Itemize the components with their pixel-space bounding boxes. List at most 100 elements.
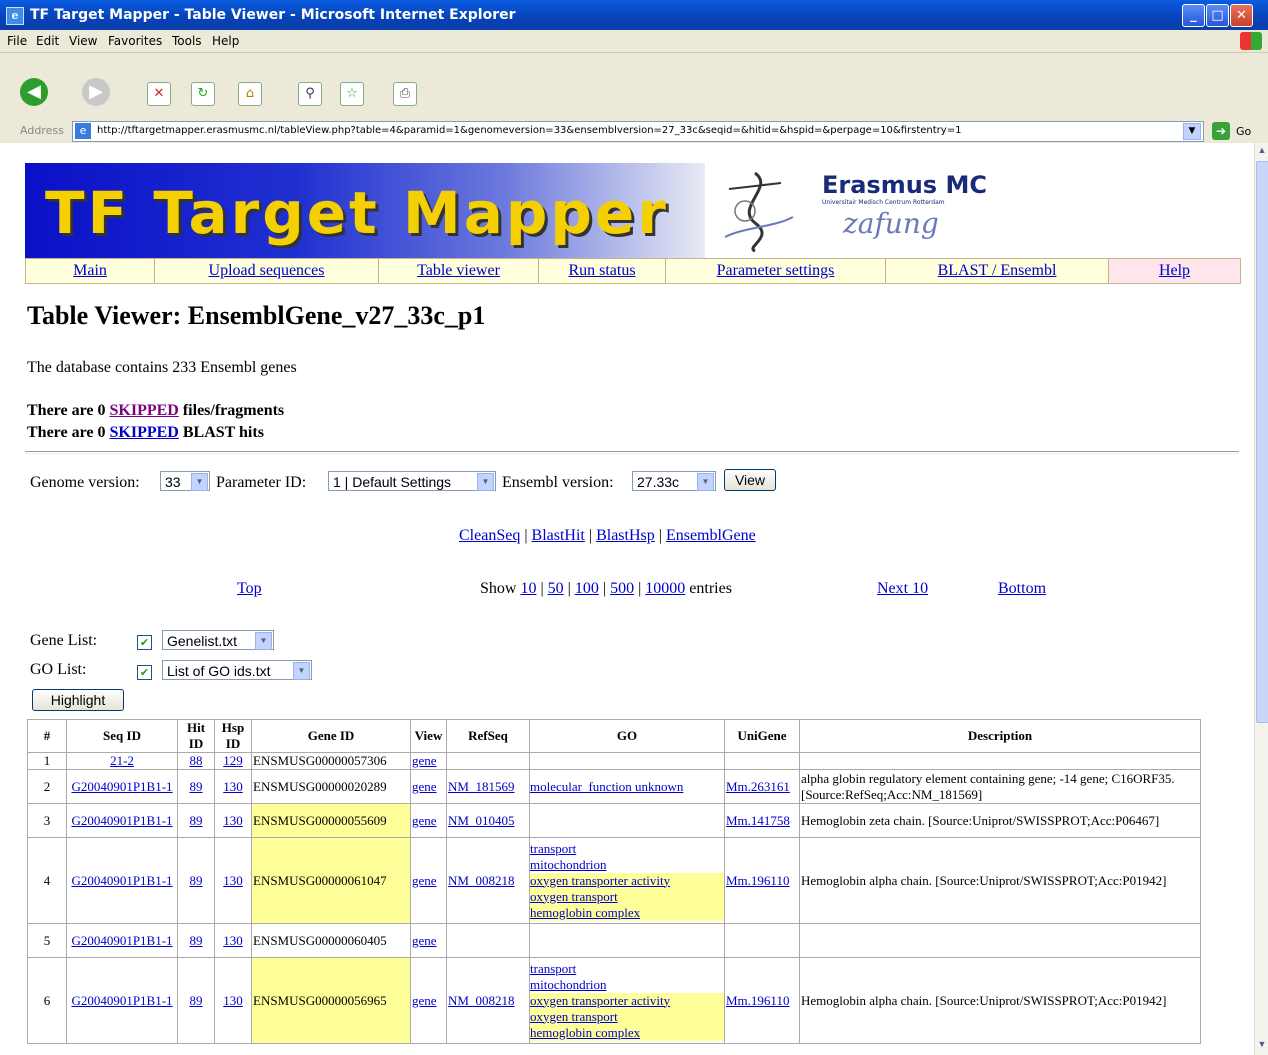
nav-blast[interactable]: BLAST / Ensembl bbox=[886, 259, 1109, 283]
menu-view[interactable]: View bbox=[69, 34, 97, 48]
favorites-icon[interactable]: ☆ bbox=[340, 82, 364, 106]
menu-file[interactable]: File bbox=[7, 34, 27, 48]
maximize-button[interactable]: □ bbox=[1206, 4, 1229, 27]
go-term-link[interactable]: oxygen transporter activity bbox=[530, 992, 724, 1009]
hsp-id-link[interactable]: 130 bbox=[223, 993, 243, 1008]
go-list-select[interactable]: List of GO ids.txt ▼ bbox=[162, 660, 312, 680]
hsp-id-link[interactable]: 129 bbox=[223, 753, 243, 768]
unigene-link[interactable]: Mm.196110 bbox=[726, 993, 789, 1008]
show-50-link[interactable]: 50 bbox=[548, 580, 564, 597]
scroll-thumb[interactable] bbox=[1256, 161, 1268, 723]
scroll-down-icon[interactable]: ▼ bbox=[1256, 1039, 1268, 1053]
go-term-link[interactable]: transport bbox=[530, 961, 724, 977]
skipped-files-link[interactable]: SKIPPED bbox=[110, 402, 179, 419]
link-blasthit[interactable]: BlastHit bbox=[532, 527, 585, 544]
vertical-scrollbar[interactable]: ▲ ▼ bbox=[1254, 143, 1268, 1055]
hit-id-link[interactable]: 89 bbox=[190, 813, 203, 828]
refseq-link[interactable]: NM_010405 bbox=[448, 813, 514, 828]
nav-main[interactable]: Main bbox=[26, 259, 155, 283]
go-term-link[interactable]: mitochondrion bbox=[530, 977, 724, 993]
go-term-link[interactable]: oxygen transport bbox=[530, 888, 724, 905]
nav-parameters[interactable]: Parameter settings bbox=[666, 259, 886, 283]
seq-id-link[interactable]: G20040901P1B1-1 bbox=[71, 813, 172, 828]
seq-id-link[interactable]: G20040901P1B1-1 bbox=[71, 993, 172, 1008]
go-term-link[interactable]: oxygen transport bbox=[530, 1008, 724, 1025]
seq-id-link[interactable]: G20040901P1B1-1 bbox=[71, 933, 172, 948]
unigene-link[interactable]: Mm.141758 bbox=[726, 813, 790, 828]
top-link[interactable]: Top bbox=[237, 580, 262, 597]
link-blasthsp[interactable]: BlastHsp bbox=[596, 527, 655, 544]
nav-table-viewer[interactable]: Table viewer bbox=[379, 259, 539, 283]
hit-id-link[interactable]: 89 bbox=[190, 779, 203, 794]
refseq-link[interactable]: NM_181569 bbox=[448, 779, 514, 794]
go-term-link[interactable]: hemoglobin complex bbox=[530, 904, 724, 921]
menu-tools[interactable]: Tools bbox=[172, 34, 202, 48]
gene-list-checkbox[interactable]: ✔ bbox=[137, 635, 152, 650]
nav-run-status[interactable]: Run status bbox=[539, 259, 666, 283]
home-icon[interactable]: ⌂ bbox=[238, 82, 262, 106]
menu-help[interactable]: Help bbox=[212, 34, 239, 48]
hit-id-link[interactable]: 88 bbox=[190, 753, 203, 768]
address-input[interactable]: e http://tftargetmapper.erasmusmc.nl/tab… bbox=[72, 121, 1204, 142]
nav-main-link[interactable]: Main bbox=[73, 262, 107, 279]
view-gene-link[interactable]: gene bbox=[412, 779, 437, 794]
hit-id-link[interactable]: 89 bbox=[190, 873, 203, 888]
hsp-id-link[interactable]: 130 bbox=[223, 813, 243, 828]
seq-id-link[interactable]: 21-2 bbox=[110, 753, 134, 768]
link-ensemblgene[interactable]: EnsemblGene bbox=[666, 527, 756, 544]
bottom-link[interactable]: Bottom bbox=[998, 580, 1046, 597]
go-term-link[interactable]: molecular_function unknown bbox=[530, 779, 724, 795]
seq-id-link[interactable]: G20040901P1B1-1 bbox=[71, 779, 172, 794]
view-gene-link[interactable]: gene bbox=[412, 993, 437, 1008]
genome-version-select[interactable]: 33 ▼ bbox=[160, 471, 210, 491]
show-500-link[interactable]: 500 bbox=[610, 580, 634, 597]
nav-parameters-link[interactable]: Parameter settings bbox=[717, 262, 835, 279]
view-gene-link[interactable]: gene bbox=[412, 813, 437, 828]
forward-icon[interactable]: ▶ bbox=[82, 78, 110, 106]
parameter-id-select[interactable]: 1 | Default Settings ▼ bbox=[328, 471, 496, 491]
nav-run-status-link[interactable]: Run status bbox=[568, 262, 635, 279]
close-button[interactable]: ✕ bbox=[1230, 4, 1253, 27]
hit-id-link[interactable]: 89 bbox=[190, 933, 203, 948]
go-term-link[interactable]: hemoglobin complex bbox=[530, 1024, 724, 1041]
view-gene-link[interactable]: gene bbox=[412, 933, 437, 948]
link-cleanseq[interactable]: CleanSeq bbox=[459, 527, 520, 544]
skipped-hits-link[interactable]: SKIPPED bbox=[110, 424, 179, 441]
nav-blast-link[interactable]: BLAST / Ensembl bbox=[938, 262, 1057, 279]
menu-favorites[interactable]: Favorites bbox=[108, 34, 162, 48]
stop-icon[interactable]: ✕ bbox=[147, 82, 171, 106]
go-term-link[interactable]: transport bbox=[530, 841, 724, 857]
nav-table-viewer-link[interactable]: Table viewer bbox=[417, 262, 500, 279]
menu-edit[interactable]: Edit bbox=[36, 34, 59, 48]
nav-upload[interactable]: Upload sequences bbox=[155, 259, 379, 283]
go-term-link[interactable]: mitochondrion bbox=[530, 857, 724, 873]
go-list-checkbox[interactable]: ✔ bbox=[137, 665, 152, 680]
show-10000-link[interactable]: 10000 bbox=[645, 580, 685, 597]
hsp-id-link[interactable]: 130 bbox=[223, 933, 243, 948]
go-button[interactable]: Go bbox=[1236, 125, 1251, 138]
unigene-link[interactable]: Mm.196110 bbox=[726, 873, 789, 888]
refresh-icon[interactable]: ↻ bbox=[191, 82, 215, 106]
seq-id-link[interactable]: G20040901P1B1-1 bbox=[71, 873, 172, 888]
view-gene-link[interactable]: gene bbox=[412, 873, 437, 888]
next-link[interactable]: Next 10 bbox=[877, 580, 928, 597]
refseq-link[interactable]: NM_008218 bbox=[448, 993, 514, 1008]
window-title-bar[interactable]: e TF Target Mapper - Table Viewer - Micr… bbox=[0, 0, 1268, 30]
ensembl-version-select[interactable]: 27.33c ▼ bbox=[632, 471, 716, 491]
minimize-button[interactable]: _ bbox=[1182, 4, 1205, 27]
nav-upload-link[interactable]: Upload sequences bbox=[209, 262, 325, 279]
go-arrow-icon[interactable]: ➔ bbox=[1212, 122, 1230, 140]
gene-list-select[interactable]: Genelist.txt ▼ bbox=[162, 630, 274, 650]
hit-id-link[interactable]: 89 bbox=[190, 993, 203, 1008]
hsp-id-link[interactable]: 130 bbox=[223, 779, 243, 794]
go-term-link[interactable]: oxygen transporter activity bbox=[530, 872, 724, 889]
unigene-link[interactable]: Mm.263161 bbox=[726, 779, 790, 794]
nav-help-link[interactable]: Help bbox=[1159, 262, 1190, 279]
nav-help[interactable]: Help bbox=[1109, 259, 1240, 283]
address-dropdown-icon[interactable]: ▼ bbox=[1183, 123, 1201, 140]
show-10-link[interactable]: 10 bbox=[520, 580, 536, 597]
scroll-up-icon[interactable]: ▲ bbox=[1256, 145, 1268, 159]
highlight-button[interactable]: Highlight bbox=[32, 689, 124, 711]
view-gene-link[interactable]: gene bbox=[412, 753, 437, 768]
hsp-id-link[interactable]: 130 bbox=[223, 873, 243, 888]
